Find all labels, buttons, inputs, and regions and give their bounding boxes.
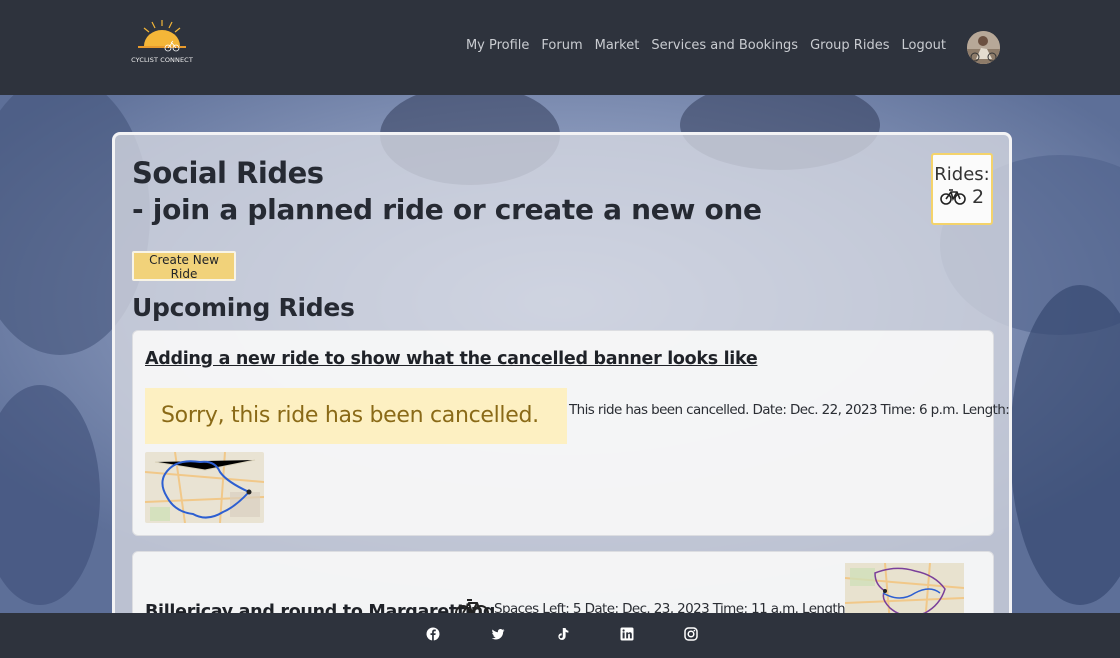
nav-logout[interactable]: Logout [901, 38, 946, 53]
avatar[interactable] [967, 31, 1000, 64]
linkedin-icon[interactable] [620, 627, 634, 641]
nav-forum[interactable]: Forum [541, 38, 582, 53]
rides-count-badge: Rides: 2 [931, 153, 993, 225]
ride-card: Adding a new ride to show what the cance… [132, 330, 1009, 536]
sunrise-bike-logo-icon [138, 20, 186, 52]
route-map-thumbnail[interactable] [145, 452, 264, 523]
nav-market[interactable]: Market [595, 38, 640, 53]
cancelled-banner: Sorry, this ride has been cancelled. [145, 388, 567, 444]
avatar-image [967, 31, 1000, 64]
route-map-image [145, 452, 264, 523]
ride-details: This ride has been cancelled. Date: Dec.… [569, 402, 1010, 418]
facebook-icon[interactable] [426, 627, 440, 641]
nav-my-profile[interactable]: My Profile [466, 38, 529, 53]
instagram-icon[interactable] [684, 627, 698, 641]
social-rides-card: Social Rides - join a planned ride or cr… [112, 132, 1012, 622]
twitter-icon[interactable] [491, 627, 505, 641]
page-subtitle: - join a planned ride or create a new on… [132, 193, 762, 226]
rides-count-value: 2 [971, 186, 985, 208]
top-navbar: CYCLIST CONNECT My Profile Forum Market … [0, 0, 1120, 95]
footer [0, 613, 1120, 658]
upcoming-rides-heading: Upcoming Rides [132, 293, 355, 322]
ride-card: Billericay and round to Margaretting Spa… [132, 551, 994, 619]
create-new-ride-button[interactable]: Create New Ride [132, 251, 236, 281]
nav-group-rides[interactable]: Group Rides [810, 38, 889, 53]
nav-services-and-bookings[interactable]: Services and Bookings [651, 38, 798, 53]
main-nav: My Profile Forum Market Services and Boo… [454, 38, 946, 53]
cyclist-connect-logo[interactable]: CYCLIST CONNECT [130, 18, 194, 70]
rides-count-value-row: 2 [933, 186, 991, 208]
bicycle-icon [940, 189, 966, 205]
rides-count-label: Rides: [934, 164, 990, 185]
logo-text: CYCLIST CONNECT [131, 56, 193, 64]
ride-title-link[interactable]: Adding a new ride to show what the cance… [145, 349, 758, 369]
page-title: Social Rides [132, 156, 324, 190]
tiktok-icon[interactable] [556, 627, 570, 641]
